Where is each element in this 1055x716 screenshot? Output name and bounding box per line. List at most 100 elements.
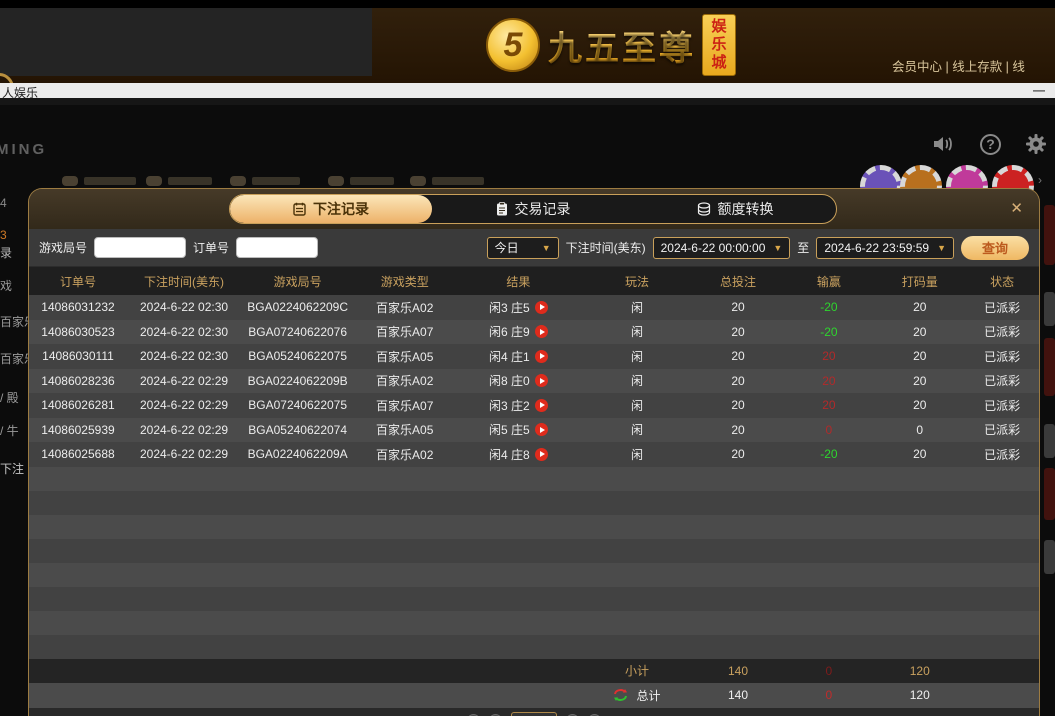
brand-title: 九五至尊 — [548, 21, 696, 70]
badge-char: 乐 — [711, 36, 726, 54]
cell-turnover: 20 — [874, 295, 965, 320]
sidebar-item-fragment: 3 — [0, 228, 28, 242]
cell-time: 2024-6-22 02:30 — [127, 295, 241, 320]
time-to-select[interactable]: 2024-6-22 23:59:59 ▼ — [816, 237, 954, 259]
cell-turnover: 20 — [874, 442, 965, 467]
nav-item-icon — [230, 176, 246, 186]
cell-play: 闲 — [581, 344, 692, 369]
cell-turnover: 20 — [874, 393, 965, 418]
cell-game: 百家乐A07 — [354, 320, 455, 345]
game-round-label: 游戏局号 — [39, 239, 87, 256]
replay-icon[interactable] — [535, 448, 548, 461]
nav-item-label — [168, 177, 212, 185]
column-header: 下注时间(美东) — [127, 267, 241, 295]
window-tab-strip: 人娱乐 — — [0, 83, 1055, 98]
table-row: 140860301112024-6-22 02:30BGA05240622075… — [29, 344, 1039, 369]
cell-winloss: -20 — [783, 442, 874, 467]
column-header: 订单号 — [29, 267, 127, 295]
sidebar-item-fragment: 录 — [0, 244, 28, 261]
replay-icon[interactable] — [535, 423, 548, 436]
sidebar-item-fragment: / 殿 — [0, 389, 28, 406]
cell-result: 闲3 庄2 — [455, 393, 581, 418]
cell-round: BGA05240622075 — [241, 344, 354, 369]
column-header: 玩法 — [581, 267, 692, 295]
page-number-input[interactable] — [511, 712, 557, 716]
close-icon[interactable]: ✕ — [1010, 199, 1023, 217]
top-black-strip — [0, 0, 1055, 8]
date-range-value: 今日 — [495, 239, 519, 256]
transaction-records-icon — [496, 202, 508, 216]
table-row: 140860305232024-6-22 02:30BGA07240622076… — [29, 320, 1039, 345]
sound-icon[interactable] — [932, 133, 956, 155]
tab-label: 交易记录 — [515, 199, 571, 219]
cell-winloss: 20 — [783, 393, 874, 418]
cell-winloss: 20 — [783, 344, 874, 369]
bet-records-modal: 下注记录 交易记录 — [28, 188, 1040, 716]
cell-game: 百家乐A07 — [354, 393, 455, 418]
total-winloss: 0 — [783, 683, 874, 708]
help-icon[interactable]: ? — [980, 134, 1001, 155]
cell-status: 已派彩 — [965, 369, 1039, 394]
brand-badge: 娱乐城 — [702, 14, 736, 76]
cell-bet: 20 — [693, 320, 784, 345]
cell-round: BGA0224062209B — [241, 369, 354, 394]
replay-icon[interactable] — [535, 399, 548, 412]
time-from-select[interactable]: 2024-6-22 00:00:00 ▼ — [653, 237, 791, 259]
time-to-value: 2024-6-22 23:59:59 — [824, 241, 929, 255]
cell-result: 闲4 庄8 — [455, 442, 581, 467]
header-dark-panel — [0, 8, 372, 76]
cell-status: 已派彩 — [965, 295, 1039, 320]
cell-winloss: 20 — [783, 369, 874, 394]
result-text: 闲4 庄8 — [489, 446, 530, 463]
column-header: 游戏类型 — [354, 267, 455, 295]
tab-transaction-records[interactable]: 交易记录 — [432, 195, 634, 223]
cell-round: BGA05240622074 — [241, 418, 354, 443]
chips-more-arrow[interactable]: › — [1038, 173, 1042, 187]
cell-time: 2024-6-22 02:30 — [127, 344, 241, 369]
header-nav-links[interactable]: 会员中心 | 线上存款 | 线 — [892, 56, 1055, 75]
cell-order: 14086028236 — [29, 369, 127, 394]
column-header: 总投注 — [693, 267, 784, 295]
divider-strip — [0, 98, 1055, 105]
dimmed-nav-item — [328, 175, 394, 187]
result-text: 闲4 庄1 — [489, 348, 530, 365]
cell-bet: 20 — [693, 369, 784, 394]
credit-transfer-icon — [697, 202, 711, 216]
cell-play: 闲 — [581, 320, 692, 345]
replay-icon[interactable] — [535, 374, 548, 387]
refresh-icon[interactable] — [613, 688, 628, 702]
minimize-button[interactable]: — — [1033, 83, 1045, 97]
cell-winloss: -20 — [783, 320, 874, 345]
total-label: 总计 — [636, 687, 660, 704]
cell-turnover: 20 — [874, 369, 965, 394]
nav-item-label — [84, 177, 136, 185]
search-button[interactable]: 查询 — [961, 236, 1029, 260]
background-content-fragment — [1044, 338, 1055, 396]
total-turnover: 120 — [874, 683, 965, 708]
settings-icon[interactable] — [1025, 133, 1047, 155]
date-range-select[interactable]: 今日 ▼ — [487, 237, 559, 259]
tab-label: 额度转换 — [718, 199, 774, 219]
tab-bet-records[interactable]: 下注记录 — [230, 195, 432, 223]
order-input[interactable] — [236, 237, 318, 258]
chevron-down-icon: ▼ — [937, 243, 946, 253]
tab-credit-transfer[interactable]: 额度转换 — [634, 195, 836, 223]
column-header: 打码量 — [874, 267, 965, 295]
replay-icon[interactable] — [535, 350, 548, 363]
chevron-down-icon: ▼ — [542, 243, 551, 253]
cell-bet: 20 — [693, 418, 784, 443]
game-round-input[interactable] — [94, 237, 186, 258]
table-header-row: 订单号下注时间(美东)游戏局号游戏类型结果玩法总投注输赢打码量状态 — [29, 267, 1039, 295]
replay-icon[interactable] — [535, 325, 548, 338]
result-text: 闲6 庄9 — [489, 323, 530, 340]
background-content-fragment — [1044, 540, 1055, 574]
cell-result: 闲8 庄0 — [455, 369, 581, 394]
cell-game: 百家乐A02 — [354, 442, 455, 467]
cell-time: 2024-6-22 02:29 — [127, 442, 241, 467]
cell-turnover: 20 — [874, 320, 965, 345]
replay-icon[interactable] — [535, 301, 548, 314]
subtotal-row: 小计 140 0 120 — [29, 659, 1039, 683]
table-row: 140860262812024-6-22 02:29BGA07240622075… — [29, 393, 1039, 418]
cell-status: 已派彩 — [965, 442, 1039, 467]
cell-winloss: -20 — [783, 295, 874, 320]
